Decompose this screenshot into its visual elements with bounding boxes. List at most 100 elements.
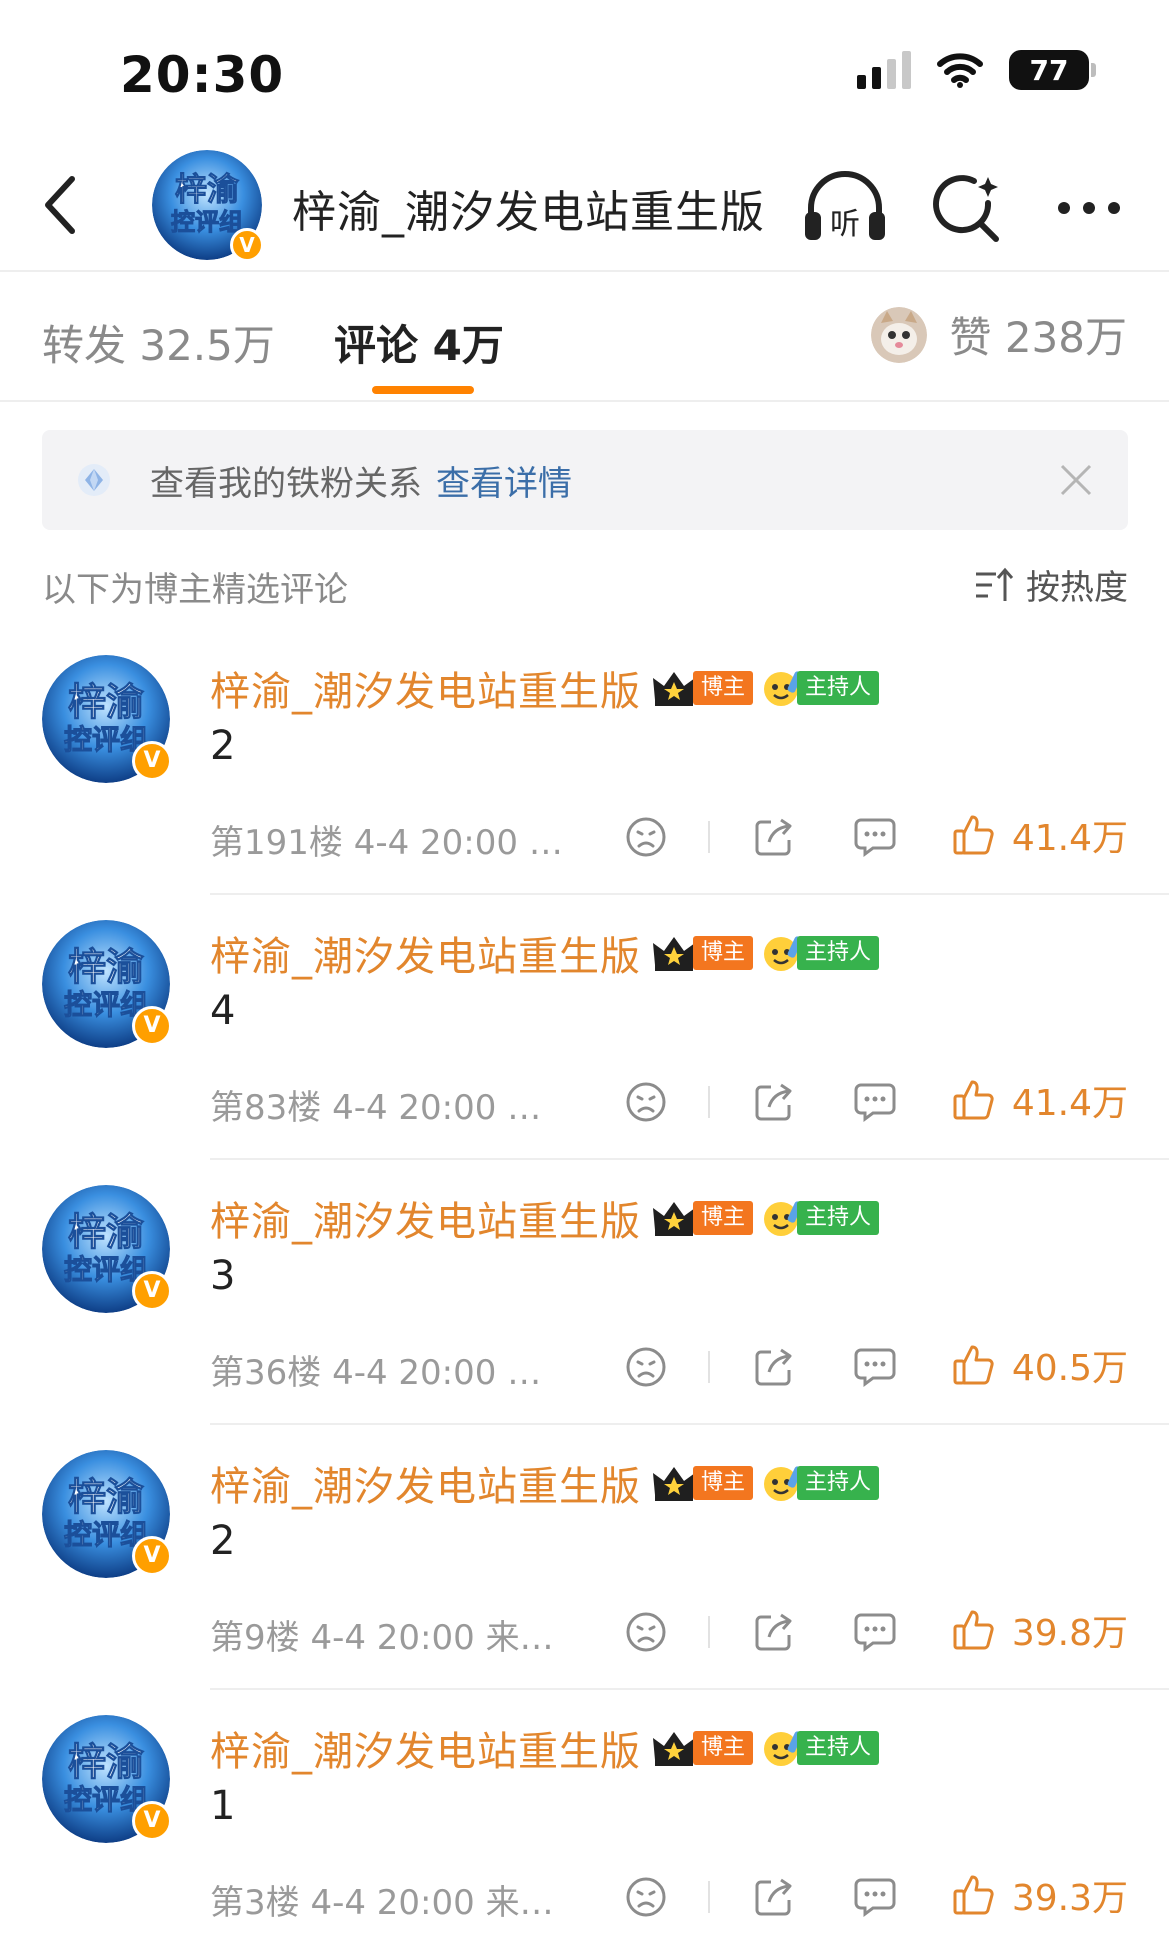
comment-divider: [210, 1688, 1169, 1690]
reply-button[interactable]: [851, 1343, 899, 1391]
host-badge: 主持人: [761, 1197, 880, 1239]
frown-face-icon: [626, 1877, 666, 1917]
active-tab-indicator: [372, 386, 474, 394]
share-button[interactable]: [750, 1873, 798, 1921]
more-dots-icon: [1058, 202, 1120, 214]
status-time: 20:30: [120, 46, 285, 104]
blogger-tag: 博主: [693, 1201, 754, 1235]
comment-item: 梓渝 控评组 V 梓渝_潮汐发电站重生版 博主: [0, 1715, 1169, 1958]
comment-item: 梓渝 控评组 V 梓渝_潮汐发电站重生版 博主: [0, 655, 1169, 920]
comment-author-name[interactable]: 梓渝_潮汐发电站重生版: [210, 1454, 641, 1512]
comment-author-name[interactable]: 梓渝_潮汐发电站重生版: [210, 1719, 641, 1777]
commenter-avatar[interactable]: 梓渝 控评组 V: [42, 920, 172, 1048]
reply-button[interactable]: [851, 813, 899, 861]
view-details-link[interactable]: 查看详情: [436, 456, 572, 505]
search-button[interactable]: [925, 166, 1009, 250]
svg-text:梓渝: 梓渝: [68, 1740, 144, 1784]
comment-meta: 第3楼 4-4 20:00 来…: [210, 1883, 554, 1923]
verified-badge-icon: V: [230, 228, 264, 262]
commenter-avatar[interactable]: 梓渝 控评组 V: [42, 1185, 172, 1313]
like-button[interactable]: 39.3万: [952, 1869, 1128, 1921]
sort-icon: [976, 567, 1014, 601]
comment-actions-row: 第83楼 4-4 20:00 … 41.4万: [210, 1072, 1128, 1132]
share-icon: [755, 1878, 792, 1916]
tabs-divider: [0, 400, 1169, 402]
commenter-avatar[interactable]: 梓渝 控评组 V: [42, 655, 172, 783]
header-avatar[interactable]: 梓渝 控评组 V: [152, 150, 264, 262]
tab-repost[interactable]: 转发 32.5万: [42, 312, 275, 373]
frown-face-icon: [626, 1082, 666, 1122]
tab-comments[interactable]: 评论 4万: [334, 312, 504, 373]
thumbs-up-icon: [953, 1875, 994, 1915]
comment-actions-row: 第191楼 4-4 20:00 … 41.4万: [210, 807, 1128, 867]
svg-text:梓渝: 梓渝: [68, 1475, 144, 1519]
close-icon[interactable]: [1058, 462, 1094, 498]
like-button[interactable]: 40.5万: [952, 1339, 1128, 1391]
reply-button[interactable]: [851, 1608, 899, 1656]
thumbs-up-icon: [953, 815, 994, 855]
verified-badge-icon: V: [132, 741, 172, 781]
commenter-avatar[interactable]: 梓渝 控评组 V: [42, 1450, 172, 1578]
verified-badge-icon: V: [132, 1006, 172, 1046]
comment-text: 3: [210, 1253, 236, 1299]
dislike-button[interactable]: [622, 1343, 670, 1391]
like-count: 41.4万: [1011, 818, 1128, 859]
frown-face-icon: [626, 817, 666, 857]
share-icon: [755, 1083, 792, 1121]
sort-button[interactable]: 按热度: [974, 560, 1128, 609]
host-badge: 主持人: [761, 932, 880, 974]
like-button[interactable]: 41.4万: [952, 1074, 1128, 1126]
svg-text:梓渝: 梓渝: [175, 170, 239, 208]
frown-face-icon: [626, 1612, 666, 1652]
verified-badge-icon: V: [132, 1536, 172, 1576]
dislike-button[interactable]: [622, 1608, 670, 1656]
like-count: 40.5万: [1011, 1348, 1128, 1389]
blogger-badge: 博主: [651, 933, 754, 973]
fan-relationship-banner[interactable]: 查看我的铁粉关系 查看详情: [42, 430, 1128, 530]
reply-button[interactable]: [851, 1873, 899, 1921]
comment-author-row: 梓渝_潮汐发电站重生版 博主 主持人: [210, 1715, 880, 1781]
comment-divider: [210, 1158, 1169, 1160]
share-button[interactable]: [750, 1343, 798, 1391]
comment-bubble-icon: [854, 1613, 896, 1652]
like-button[interactable]: 39.8万: [952, 1604, 1128, 1656]
dislike-button[interactable]: [622, 813, 670, 861]
tab-likes[interactable]: 赞 238万: [871, 304, 1127, 365]
listen-button[interactable]: 听: [803, 166, 887, 250]
blogger-badge: 博主: [651, 1463, 754, 1503]
comment-text: 1: [210, 1783, 236, 1829]
comment-author-row: 梓渝_潮汐发电站重生版 博主 主持人: [210, 1450, 880, 1516]
crown-icon: [653, 1732, 695, 1766]
dislike-button[interactable]: [622, 1873, 670, 1921]
status-bar: 20:30 77: [0, 0, 1169, 130]
blogger-badge: 博主: [651, 1728, 754, 1768]
like-button[interactable]: 41.4万: [952, 809, 1128, 861]
blogger-badge: 博主: [651, 1198, 754, 1238]
action-divider: [708, 1881, 710, 1913]
status-indicators: 77: [857, 50, 1096, 90]
comment-actions-row: 第3楼 4-4 20:00 来… 39.3万: [210, 1867, 1128, 1927]
share-icon: [755, 1613, 792, 1651]
host-badge: 主持人: [761, 667, 880, 709]
more-button[interactable]: [1047, 166, 1131, 250]
share-icon: [755, 1348, 792, 1386]
thumbs-up-icon: [953, 1080, 994, 1120]
like-count: 41.4万: [1011, 1083, 1128, 1124]
share-button[interactable]: [750, 813, 798, 861]
comment-author-name[interactable]: 梓渝_潮汐发电站重生版: [210, 924, 641, 982]
verified-badge-icon: V: [132, 1271, 172, 1311]
header-actions: 听: [803, 166, 1131, 250]
weibo-comments-page: 20:30 77 梓渝 控评组 V 梓渝_潮汐发电站重生版 听 转发 32.5万…: [0, 0, 1169, 1958]
host-tag: 主持人: [797, 1201, 880, 1235]
dislike-button[interactable]: [622, 1078, 670, 1126]
back-button[interactable]: [30, 170, 90, 240]
battery-indicator: 77: [1009, 50, 1096, 90]
commenter-avatar[interactable]: 梓渝 控评组 V: [42, 1715, 172, 1843]
comment-author-name[interactable]: 梓渝_潮汐发电站重生版: [210, 1189, 641, 1247]
share-button[interactable]: [750, 1608, 798, 1656]
comment-author-name[interactable]: 梓渝_潮汐发电站重生版: [210, 659, 641, 717]
action-divider: [708, 1086, 710, 1118]
crown-icon: [653, 937, 695, 971]
reply-button[interactable]: [851, 1078, 899, 1126]
share-button[interactable]: [750, 1078, 798, 1126]
